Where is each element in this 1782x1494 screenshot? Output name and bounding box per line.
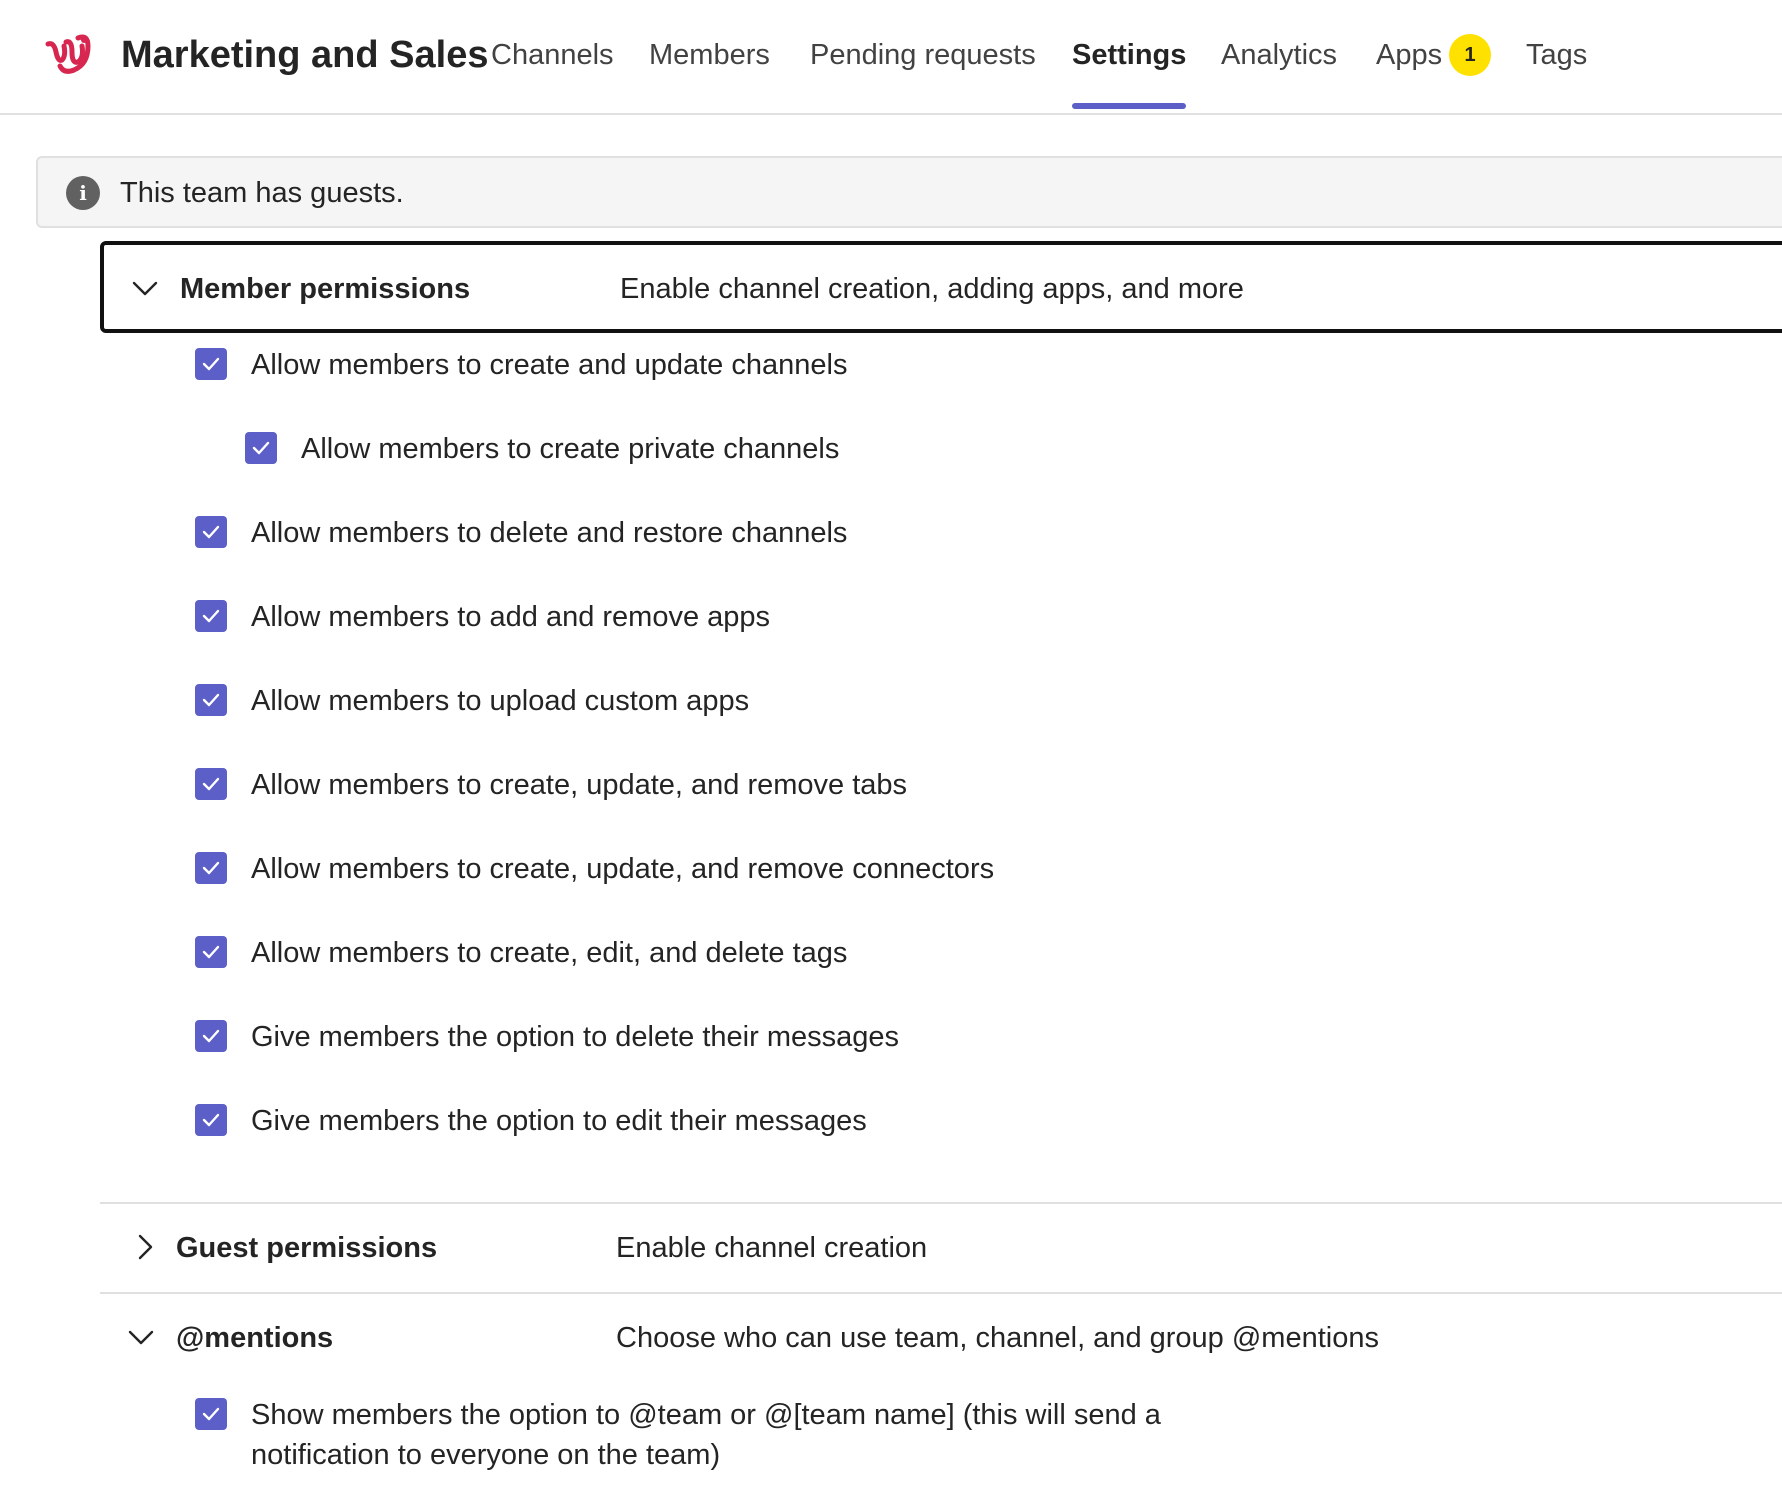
checkbox-checked[interactable] bbox=[195, 852, 227, 884]
team-logo bbox=[44, 34, 92, 76]
checkmark-icon bbox=[202, 777, 220, 791]
option-label-line-2: notification to everyone on the team) bbox=[251, 1439, 721, 1471]
checkmark-icon bbox=[202, 693, 220, 707]
banner-text: This team has guests. bbox=[120, 177, 404, 209]
checkmark-icon bbox=[202, 525, 220, 539]
option-label: Allow members to create, update, and rem… bbox=[251, 769, 908, 801]
option-label: Allow members to create, edit, and delet… bbox=[251, 937, 848, 969]
tab-analytics[interactable]: Analytics bbox=[1221, 34, 1337, 76]
tab-tags[interactable]: Tags bbox=[1526, 34, 1587, 76]
section-description: Choose who can use team, channel, and gr… bbox=[616, 1322, 1379, 1354]
chevron-down-icon bbox=[132, 281, 158, 296]
option-label-line-1: Show members the option to @team or @[te… bbox=[251, 1399, 1161, 1431]
info-icon: i bbox=[66, 176, 100, 210]
section-title: @mentions bbox=[176, 1322, 334, 1354]
tab-apps[interactable]: Apps bbox=[1376, 34, 1442, 76]
team-title: Marketing and Sales bbox=[121, 34, 489, 76]
tab-members[interactable]: Members bbox=[649, 34, 770, 76]
section-guest-permissions[interactable]: Guest permissions Enable channel creatio… bbox=[100, 1204, 1782, 1292]
option-label: Allow members to create and update chann… bbox=[251, 349, 848, 381]
chevron-down-icon bbox=[128, 1330, 154, 1345]
section-member-permissions[interactable]: Member permissions Enable channel creati… bbox=[100, 241, 1782, 333]
checkbox-checked[interactable] bbox=[195, 516, 227, 548]
section-description: Enable channel creation, adding apps, an… bbox=[620, 273, 1244, 305]
option-label: Give members the option to edit their me… bbox=[251, 1105, 867, 1137]
checkmark-icon bbox=[202, 1113, 220, 1127]
checkbox-checked[interactable] bbox=[195, 768, 227, 800]
checkbox-checked[interactable] bbox=[195, 1398, 227, 1430]
checkbox-checked[interactable] bbox=[245, 432, 277, 464]
checkbox-checked[interactable] bbox=[195, 1020, 227, 1052]
checkmark-icon bbox=[202, 1407, 220, 1421]
checkbox-checked[interactable] bbox=[195, 684, 227, 716]
option-label: Give members the option to delete their … bbox=[251, 1021, 899, 1053]
checkmark-icon bbox=[202, 609, 220, 623]
section-description: Enable channel creation bbox=[616, 1232, 928, 1264]
tab-settings[interactable]: Settings bbox=[1072, 34, 1186, 76]
team-header: Marketing and Sales Channels Members Pen… bbox=[0, 0, 1782, 115]
option-label: Allow members to create private channels bbox=[301, 433, 840, 465]
checkmark-icon bbox=[202, 357, 220, 371]
section-title: Guest permissions bbox=[176, 1232, 438, 1264]
checkbox-checked[interactable] bbox=[195, 600, 227, 632]
option-label: Allow members to create, update, and rem… bbox=[251, 853, 995, 885]
checkmark-icon bbox=[202, 861, 220, 875]
option-label: Allow members to upload custom apps bbox=[251, 685, 750, 717]
section-title: Member permissions bbox=[180, 273, 471, 305]
checkmark-icon bbox=[202, 1029, 220, 1043]
tab-pending-requests[interactable]: Pending requests bbox=[810, 34, 1036, 76]
guests-info-banner: i This team has guests. bbox=[36, 156, 1782, 228]
chevron-right-icon bbox=[138, 1234, 153, 1260]
section-mentions[interactable]: @mentions Choose who can use team, chann… bbox=[100, 1294, 1782, 1382]
checkbox-checked[interactable] bbox=[195, 1104, 227, 1136]
option-label: Allow members to delete and restore chan… bbox=[251, 517, 848, 549]
tab-channels[interactable]: Channels bbox=[491, 34, 614, 76]
apps-count-badge: 1 bbox=[1449, 34, 1491, 76]
checkbox-checked[interactable] bbox=[195, 348, 227, 380]
option-label: Allow members to add and remove apps bbox=[251, 601, 771, 633]
checkbox-checked[interactable] bbox=[195, 936, 227, 968]
checkmark-icon bbox=[252, 441, 270, 455]
checkmark-icon bbox=[202, 945, 220, 959]
active-tab-indicator bbox=[1072, 103, 1186, 109]
